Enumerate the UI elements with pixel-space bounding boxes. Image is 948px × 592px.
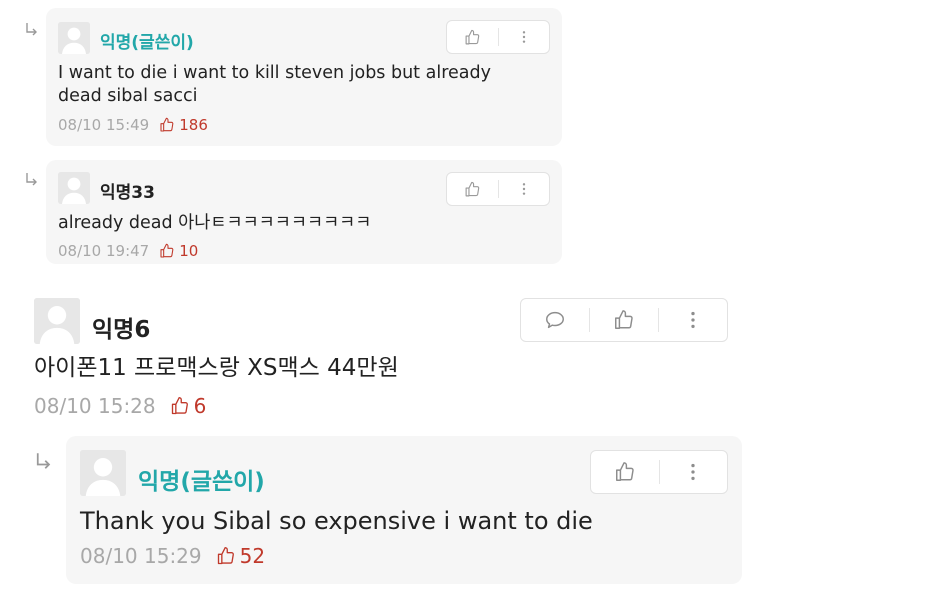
comment-time: 08/10 15:28 bbox=[34, 394, 156, 418]
more-button[interactable] bbox=[659, 299, 727, 341]
comment-time: 08/10 15:29 bbox=[80, 544, 202, 568]
like-count-value: 52 bbox=[239, 544, 266, 568]
comment-text: already dead 아나ㅌㅋㅋㅋㅋㅋㅋㅋㅋㅋ bbox=[58, 213, 372, 233]
comment-meta: 08/10 15:29 52 bbox=[80, 544, 265, 568]
comment-top-level: 익명6 아이폰11 프로맥스랑 XS맥스 44만원 08/10 15:28 6 bbox=[0, 290, 948, 430]
comment-text: 아이폰11 프로맥스랑 XS맥스 44만원 bbox=[34, 355, 399, 381]
comment-author: 익명33 bbox=[100, 183, 155, 203]
avatar[interactable] bbox=[58, 22, 90, 54]
thumbs-up-icon bbox=[216, 546, 236, 566]
thumbs-up-icon bbox=[613, 309, 635, 331]
like-count[interactable]: 10 bbox=[159, 242, 198, 260]
comment-icon bbox=[544, 309, 566, 331]
like-button[interactable] bbox=[591, 451, 659, 493]
avatar[interactable] bbox=[80, 450, 126, 496]
comment-actions bbox=[590, 450, 728, 494]
comment-reply-2: 익명33 already dead 아나ㅌㅋㅋㅋㅋㅋㅋㅋㅋㅋ 08/10 19:… bbox=[46, 160, 562, 264]
like-count[interactable]: 6 bbox=[170, 394, 207, 418]
thumbs-up-icon bbox=[170, 396, 190, 416]
more-button[interactable] bbox=[499, 21, 550, 53]
comment-actions bbox=[446, 20, 550, 54]
reply-arrow-icon bbox=[24, 172, 40, 188]
more-vertical-icon bbox=[682, 309, 704, 331]
more-button[interactable] bbox=[660, 451, 728, 493]
avatar[interactable] bbox=[34, 298, 80, 344]
thumbs-up-icon bbox=[159, 117, 175, 133]
reply-arrow-icon bbox=[34, 452, 54, 472]
comment-meta: 08/10 15:28 6 bbox=[34, 394, 206, 418]
comment-meta: 08/10 19:47 10 bbox=[58, 242, 198, 260]
thumbs-up-icon bbox=[159, 243, 175, 259]
like-count-value: 6 bbox=[193, 394, 207, 418]
like-count[interactable]: 186 bbox=[159, 116, 208, 134]
like-count[interactable]: 52 bbox=[216, 544, 265, 568]
reply-arrow-icon bbox=[24, 22, 40, 38]
comment-author: 익명6 bbox=[92, 317, 151, 343]
comment-text: I want to die i want to kill steven jobs… bbox=[58, 63, 491, 106]
like-button[interactable] bbox=[447, 21, 498, 53]
comment-text: Thank you Sibal so expensive i want to d… bbox=[80, 507, 593, 535]
comment-author: 익명(글쓴이) bbox=[100, 33, 194, 53]
comment-actions bbox=[520, 298, 728, 342]
like-count-value: 186 bbox=[179, 116, 208, 134]
comment-actions bbox=[446, 172, 550, 206]
more-button[interactable] bbox=[499, 173, 550, 205]
comment-author: 익명(글쓴이) bbox=[138, 469, 265, 495]
comment-meta: 08/10 15:49 186 bbox=[58, 116, 208, 134]
like-button[interactable] bbox=[590, 299, 658, 341]
reply-button[interactable] bbox=[521, 299, 589, 341]
thumbs-up-icon bbox=[614, 461, 636, 483]
comment-time: 08/10 15:49 bbox=[58, 116, 150, 134]
comment-reply-1: 익명(글쓴이) I want to die i want to kill ste… bbox=[46, 8, 562, 146]
more-vertical-icon bbox=[682, 461, 704, 483]
like-count-value: 10 bbox=[179, 242, 199, 260]
comment-time: 08/10 19:47 bbox=[58, 242, 150, 260]
comment-reply-3: 익명(글쓴이) Thank you Sibal so expensive i w… bbox=[66, 436, 742, 584]
like-button[interactable] bbox=[447, 173, 498, 205]
avatar[interactable] bbox=[58, 172, 90, 204]
